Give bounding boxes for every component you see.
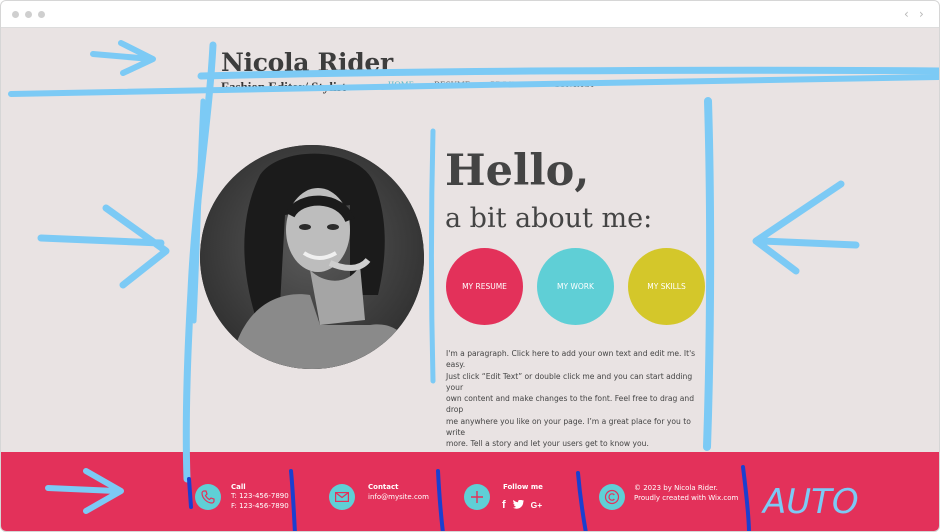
copyright-icon [599,484,625,510]
website-page: Nicola Rider Fashion Editor/ Stylist HOM… [1,28,939,531]
paragraph-line: own content and make changes to the font… [446,394,695,415]
copyright-text: © 2023 by Nicola Rider. [634,484,718,492]
plus-icon [464,484,490,510]
call-title: Call [231,483,246,491]
hero-subheading: a bit about me: [445,203,653,234]
chevron-right-icon[interactable]: › [919,7,924,21]
browser-window: ‹ › Nicola Rider Fashion Editor/ Stylist… [0,0,940,532]
facebook-icon[interactable]: f [502,499,506,511]
mail-icon [329,484,355,510]
call-fax: F: 123-456-7890 [231,502,289,510]
site-footer: Call T: 123-456-7890 F: 123-456-7890 Con… [1,452,939,531]
contact-email[interactable]: info@mysite.com [368,493,429,503]
paragraph-line: more. Tell a story and let your users ge… [446,439,649,449]
portrait-photo [200,145,424,369]
main-menu: HOME RESUME PROJECTS CONTACT [388,79,615,89]
hero-heading: Hello, [445,146,590,196]
menu-item-home[interactable]: HOME [388,79,414,89]
follow-title: Follow me [503,483,543,491]
window-dot-maximize[interactable] [38,11,45,18]
social-icons: f G+ [502,496,542,514]
menu-item-projects[interactable]: PROJECTS [491,79,534,89]
paragraph-line: me anywhere you like on your page. I’m a… [446,416,691,438]
chevron-left-icon[interactable]: ‹ [904,7,909,21]
contact-title: Contact [368,483,399,491]
twitter-icon[interactable] [512,496,524,514]
my-resume-button[interactable]: MY RESUME [446,248,523,325]
google-plus-icon[interactable]: G+ [531,500,543,510]
window-dot-close[interactable] [12,11,19,18]
menu-item-resume[interactable]: RESUME [434,79,470,89]
paragraph-line: Just click “Edit Text” or double click m… [446,371,693,392]
powered-by-text[interactable]: Proudly created with Wix.com [634,494,738,504]
browser-chrome: ‹ › [1,1,939,28]
menu-item-contact[interactable]: CONTACT [554,79,596,89]
window-dot-minimize[interactable] [25,11,32,18]
site-tagline: Fashion Editor/ Stylist [221,79,346,94]
paragraph-line: I'm a paragraph. Click here to add your … [446,349,696,370]
phone-icon [195,484,221,510]
my-skills-button[interactable]: MY SKILLS [628,248,705,325]
my-work-button[interactable]: MY WORK [537,248,614,325]
about-paragraph: I'm a paragraph. Click here to add your … [446,348,702,450]
site-brand[interactable]: Nicola Rider [221,48,393,77]
call-phone: T: 123-456-7890 [231,492,289,500]
